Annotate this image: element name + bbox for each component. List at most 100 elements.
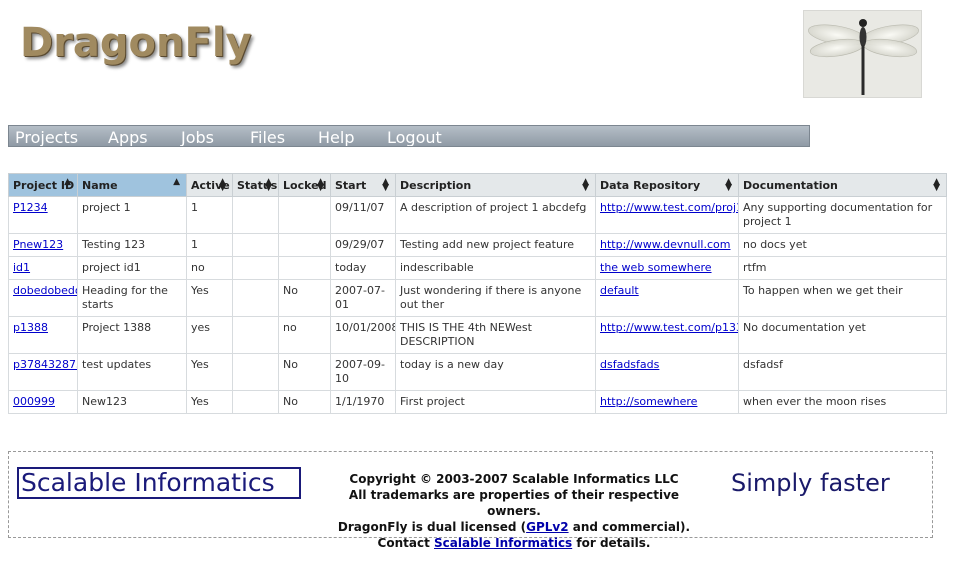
status-cell bbox=[232, 316, 279, 354]
column-header-label: Start bbox=[335, 178, 367, 192]
menu-jobs[interactable]: Jobs bbox=[181, 128, 214, 146]
contact-prefix: Contact bbox=[377, 536, 435, 550]
project-id-link[interactable]: P1234 bbox=[13, 201, 48, 214]
dragonfly-image bbox=[803, 10, 922, 98]
status-cell bbox=[232, 196, 279, 234]
project-id-link[interactable]: p1388 bbox=[13, 321, 48, 334]
license-line: DragonFly is dual licensed (GPLv2 and co… bbox=[329, 519, 699, 535]
license-prefix: DragonFly is dual licensed ( bbox=[337, 520, 527, 534]
status-cell bbox=[232, 390, 279, 414]
start-cell: 09/11/07 bbox=[330, 196, 396, 234]
column-header-start[interactable]: Start ▲ ▼ bbox=[330, 173, 396, 197]
sort-arrows-icon: ▲ ▼ bbox=[725, 177, 732, 193]
gplv2-link[interactable]: GPLv2 bbox=[526, 520, 568, 534]
start-cell: 1/1/1970 bbox=[330, 390, 396, 414]
documentation-cell: dsfadsf bbox=[738, 353, 947, 391]
project-id-link[interactable]: id1 bbox=[13, 261, 30, 274]
repository-cell: the web somewhere bbox=[595, 256, 739, 280]
repository-link[interactable]: dsfadsfads bbox=[600, 358, 659, 371]
sort-arrows-icon: ▲ ▼ bbox=[317, 177, 324, 193]
project-id-cell: 000999 bbox=[8, 390, 78, 414]
license-suffix: and commercial). bbox=[568, 520, 691, 534]
project-id-cell: dobedobedo bbox=[8, 279, 78, 317]
name-cell: Project 1388 bbox=[77, 316, 187, 354]
project-id-cell: Pnew123 bbox=[8, 233, 78, 257]
repository-link[interactable]: http://www.test.com/proj1 bbox=[600, 201, 738, 214]
sort-arrows-icon: ▲ bbox=[64, 177, 71, 187]
active-cell: Yes bbox=[186, 279, 233, 317]
name-cell: New123 bbox=[77, 390, 187, 414]
active-cell: Yes bbox=[186, 390, 233, 414]
description-cell: today is a new day bbox=[395, 353, 596, 391]
menu-help[interactable]: Help bbox=[318, 128, 354, 146]
column-header-label: Data Repository bbox=[600, 178, 701, 192]
contact-link[interactable]: Scalable Informatics bbox=[434, 536, 572, 550]
main-menu-bar: Projects Apps Jobs Files Help Logout bbox=[8, 125, 810, 147]
project-id-cell: P1234 bbox=[8, 196, 78, 234]
description-cell: THIS IS THE 4th NEWest DESCRIPTION bbox=[395, 316, 596, 354]
repository-cell: dsfadsfads bbox=[595, 353, 739, 391]
locked-cell: No bbox=[278, 279, 331, 317]
app-logo: DragonFly bbox=[20, 20, 252, 66]
menu-projects[interactable]: Projects bbox=[15, 128, 78, 146]
repository-cell: http://www.test.com/p1338 bbox=[595, 316, 739, 354]
project-id-link[interactable]: Pnew123 bbox=[13, 238, 63, 251]
trademark-line: All trademarks are properties of their r… bbox=[348, 488, 680, 518]
contact-suffix: for details. bbox=[572, 536, 651, 550]
start-cell: 10/01/2008 bbox=[330, 316, 396, 354]
repository-link[interactable]: http://somewhere bbox=[600, 395, 697, 408]
menu-logout[interactable]: Logout bbox=[387, 128, 442, 146]
projects-table: Project ID ▲ Name ▲ Active ▲ ▼ Status ▲ ▼ Lock… bbox=[8, 173, 947, 414]
documentation-cell: no docs yet bbox=[738, 233, 947, 257]
repository-cell: http://www.test.com/proj1 bbox=[595, 196, 739, 234]
locked-cell bbox=[278, 256, 331, 280]
column-header-label: Name bbox=[82, 178, 118, 192]
menu-apps[interactable]: Apps bbox=[108, 128, 148, 146]
menu-files[interactable]: Files bbox=[250, 128, 285, 146]
documentation-cell: To happen when we get their bbox=[738, 279, 947, 317]
table-row: P1234 project 1 1 09/11/07 A description… bbox=[8, 196, 947, 234]
status-cell bbox=[232, 353, 279, 391]
sort-arrows-icon: ▲ ▼ bbox=[382, 177, 389, 193]
project-id-link[interactable]: dobedobedo bbox=[13, 284, 77, 297]
repository-link[interactable]: the web somewhere bbox=[600, 261, 712, 274]
column-header-documentation[interactable]: Documentation ▲ ▼ bbox=[738, 173, 947, 197]
project-id-cell: p378432875 bbox=[8, 353, 78, 391]
sort-arrows-icon: ▲ ▼ bbox=[265, 177, 272, 193]
documentation-cell: when ever the moon rises bbox=[738, 390, 947, 414]
project-id-link[interactable]: 000999 bbox=[13, 395, 55, 408]
copyright-line: Copyright © 2003-2007 Scalable Informati… bbox=[349, 472, 679, 486]
repository-link[interactable]: http://www.devnull.com bbox=[600, 238, 730, 251]
start-cell: 09/29/07 bbox=[330, 233, 396, 257]
column-header-name[interactable]: Name ▲ bbox=[77, 173, 187, 197]
documentation-cell: rtfm bbox=[738, 256, 947, 280]
scalable-informatics-logo: Scalable Informatics bbox=[17, 467, 301, 499]
project-id-link[interactable]: p378432875 bbox=[13, 358, 77, 371]
description-cell: Just wondering if there is anyone out th… bbox=[395, 279, 596, 317]
name-cell: Heading for the starts bbox=[77, 279, 187, 317]
repository-link[interactable]: default bbox=[600, 284, 639, 297]
column-header-description[interactable]: Description ▲ ▼ bbox=[395, 173, 596, 197]
repository-cell: http://www.devnull.com bbox=[595, 233, 739, 257]
locked-cell bbox=[278, 196, 331, 234]
tagline: Simply faster bbox=[731, 469, 890, 497]
footer: Scalable Informatics Copyright © 2003-20… bbox=[8, 451, 933, 550]
locked-cell: No bbox=[278, 353, 331, 391]
column-header-locked[interactable]: Locked ▲ ▼ bbox=[278, 173, 331, 197]
column-header-project-id[interactable]: Project ID ▲ bbox=[8, 173, 78, 197]
repository-cell: default bbox=[595, 279, 739, 317]
column-header-active[interactable]: Active ▲ ▼ bbox=[186, 173, 233, 197]
start-cell: today bbox=[330, 256, 396, 280]
repository-link[interactable]: http://www.test.com/p1338 bbox=[600, 321, 738, 334]
column-header-data-repository[interactable]: Data Repository ▲ ▼ bbox=[595, 173, 739, 197]
column-header-status[interactable]: Status ▲ ▼ bbox=[232, 173, 279, 197]
documentation-cell: Any supporting documentation for project… bbox=[738, 196, 947, 234]
name-cell: Testing 123 bbox=[77, 233, 187, 257]
name-cell: test updates bbox=[77, 353, 187, 391]
contact-line: Contact Scalable Informatics for details… bbox=[329, 535, 699, 551]
status-cell bbox=[232, 256, 279, 280]
active-cell: yes bbox=[186, 316, 233, 354]
sort-arrows-icon: ▲ ▼ bbox=[933, 177, 940, 193]
active-cell: no bbox=[186, 256, 233, 280]
name-cell: project id1 bbox=[77, 256, 187, 280]
